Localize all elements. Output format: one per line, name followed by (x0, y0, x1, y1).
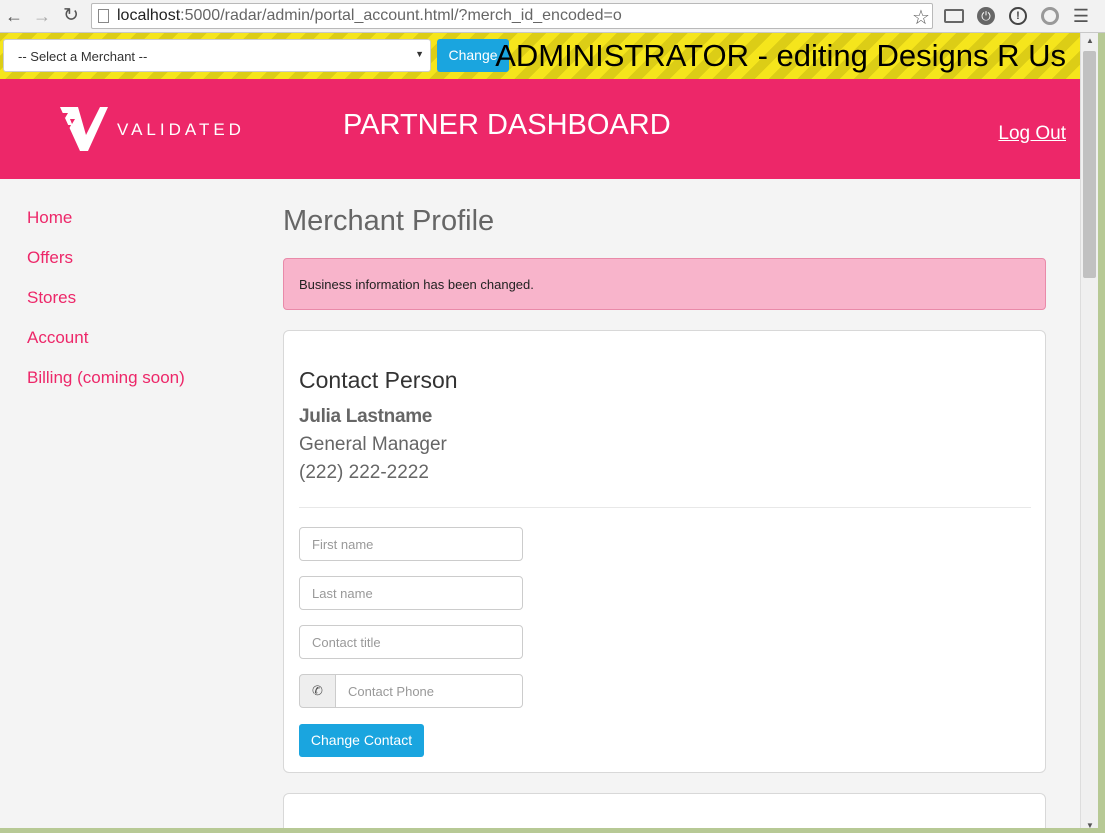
scroll-thumb[interactable] (1083, 51, 1096, 278)
sidebar-item-offers[interactable]: Offers (27, 248, 185, 288)
success-alert: Business information has been changed. (283, 258, 1046, 310)
next-panel (283, 793, 1046, 833)
dropdown-arrow-icon: ▼ (415, 49, 424, 59)
phone-icon: ✆ (299, 674, 336, 708)
sidebar-item-billing[interactable]: Billing (coming soon) (27, 368, 185, 408)
info-icon[interactable]: ! (1009, 7, 1027, 25)
site-header: VALIDATED PARTNER DASHBOARD Log Out (0, 79, 1080, 179)
logout-link[interactable]: Log Out (998, 123, 1066, 145)
forward-arrow-icon[interactable]: → (31, 5, 53, 27)
browser-toolbar: ← → ↻ localhost:5000/radar/admin/portal_… (0, 0, 1105, 33)
contact-name: Julia Lastname (299, 406, 433, 427)
merchant-select-value: -- Select a Merchant -- (18, 49, 148, 64)
validated-logo-icon (60, 107, 108, 151)
sidebar-item-stores[interactable]: Stores (27, 288, 185, 328)
page-title: Merchant Profile (283, 205, 495, 237)
sidebar-item-account[interactable]: Account (27, 328, 185, 368)
scroll-up-icon[interactable]: ▲ (1086, 36, 1094, 45)
first-name-input[interactable] (299, 527, 523, 561)
contact-panel: Contact Person Julia Lastname General Ma… (283, 330, 1046, 773)
page-scrollbar[interactable]: ▲ ▼ (1080, 33, 1098, 833)
url-text: localhost:5000/radar/admin/portal_accoun… (117, 7, 622, 24)
menu-icon[interactable]: ☰ (1072, 7, 1090, 25)
contact-phone-input[interactable] (335, 674, 523, 708)
contact-heading: Contact Person (299, 367, 458, 393)
last-name-input[interactable] (299, 576, 523, 610)
admin-bar: -- Select a Merchant -- ▼ Change ADMINIS… (0, 33, 1080, 79)
phone-input-group: ✆ (299, 674, 523, 708)
sidebar-nav: Home Offers Stores Account Billing (comi… (27, 208, 185, 408)
address-bar[interactable]: localhost:5000/radar/admin/portal_accoun… (91, 3, 933, 29)
merchant-select[interactable]: -- Select a Merchant -- ▼ (3, 39, 431, 72)
page-icon (98, 9, 109, 23)
divider (299, 507, 1031, 508)
logo-text: VALIDATED (117, 120, 245, 139)
bookmark-star-icon[interactable]: ☆ (912, 5, 930, 30)
contact-phone: (222) 222-2222 (299, 462, 429, 483)
sidebar-item-home[interactable]: Home (27, 208, 185, 248)
power-icon[interactable]: ⏻ (977, 7, 995, 25)
admin-title: ADMINISTRATOR - editing Designs R Us (495, 38, 1066, 73)
change-contact-button[interactable]: Change Contact (299, 724, 424, 757)
reload-icon[interactable]: ↻ (60, 5, 82, 27)
window-frame-bottom (0, 828, 1105, 833)
back-arrow-icon[interactable]: ← (3, 5, 25, 27)
cast-icon[interactable] (944, 9, 964, 23)
window-frame (1098, 33, 1105, 833)
dashboard-title: PARTNER DASHBOARD (343, 109, 671, 141)
extension-circle-icon[interactable] (1041, 7, 1059, 25)
contact-title-input[interactable] (299, 625, 523, 659)
contact-role: General Manager (299, 434, 447, 455)
